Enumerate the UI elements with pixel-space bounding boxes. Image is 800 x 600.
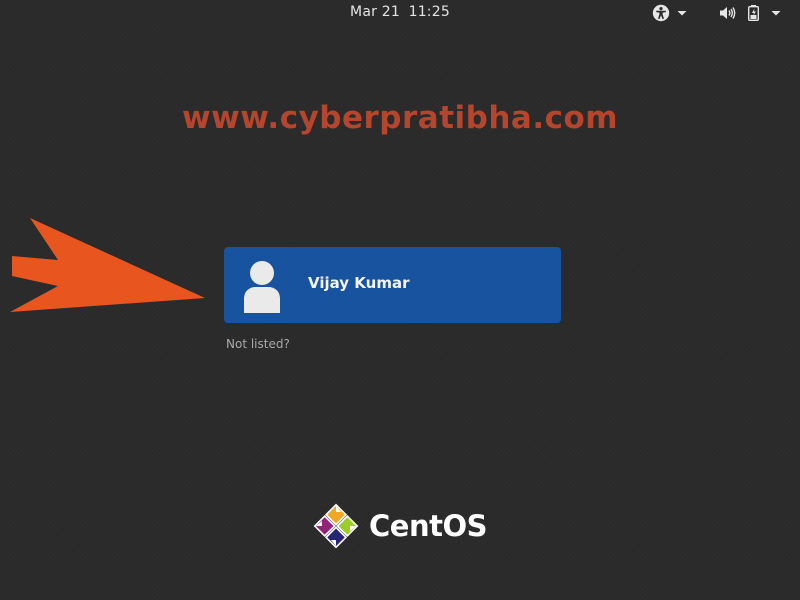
accessibility-icon [652, 4, 670, 22]
centos-logo: CentOS [313, 503, 488, 549]
user-tile-vijay-kumar[interactable]: Vijay Kumar [224, 247, 561, 323]
chevron-down-icon [677, 11, 687, 16]
centos-logo-icon [313, 503, 359, 549]
user-avatar-icon [244, 261, 280, 313]
accessibility-menu[interactable] [652, 3, 688, 23]
chevron-down-icon [771, 11, 781, 16]
centos-logo-text: CentOS [369, 509, 488, 543]
arrow-right-icon [10, 218, 205, 312]
system-menu[interactable] [718, 3, 782, 23]
watermark-text: www.cyberpratibha.com [182, 100, 619, 136]
top-bar: Mar 21 11:25 [0, 0, 800, 27]
volume-icon [720, 7, 736, 19]
clock-time: 11:25 [408, 4, 450, 20]
clock-date: Mar 21 [350, 4, 400, 20]
battery-icon [748, 5, 760, 22]
not-listed-link[interactable]: Not listed? [226, 337, 290, 351]
user-name-label: Vijay Kumar [308, 274, 410, 292]
